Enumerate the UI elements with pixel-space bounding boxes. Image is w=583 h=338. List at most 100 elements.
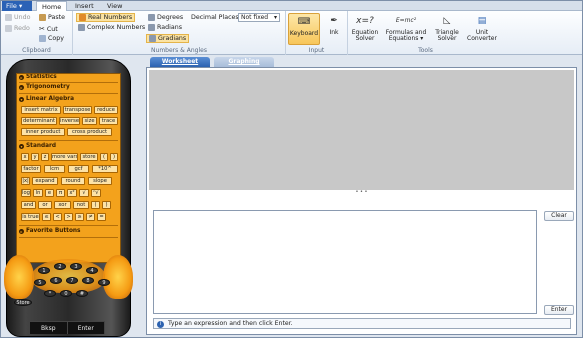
key-and[interactable]: and (21, 201, 36, 209)
key-nth-root[interactable]: ⁿ√ (91, 189, 101, 197)
key-reduce[interactable]: reduce (94, 106, 118, 114)
tab-file[interactable]: File ▾ (2, 1, 32, 11)
key-times-ten-power[interactable]: *10^ (92, 165, 118, 173)
key-ln[interactable]: ln (33, 189, 43, 197)
key-is-true[interactable]: is true (21, 213, 40, 221)
formulas-button[interactable]: E=mc² Formulas and Equations ▾ (384, 13, 428, 45)
key-y[interactable]: y (31, 153, 39, 161)
key-close-paren-2[interactable]: ) (102, 201, 111, 209)
section-statistics[interactable]: ▸ Statistics (19, 74, 57, 80)
converter-icon: ▤ (477, 16, 487, 26)
key-e[interactable]: e (45, 189, 54, 197)
equation-solver-button[interactable]: x=? Equation Solver (350, 13, 380, 45)
section-standard[interactable]: ▾ Standard (19, 143, 56, 149)
decimal-places-dropdown[interactable]: Not fixed ▾ (238, 13, 280, 22)
flame-decoration (103, 255, 133, 299)
group-label-input: Input (308, 47, 325, 54)
key-size[interactable]: size (82, 117, 97, 125)
phone-key[interactable]: 0 (60, 290, 72, 297)
gradians-label: Gradians (158, 35, 187, 42)
key-abs[interactable]: |x| (21, 177, 30, 185)
key-not[interactable]: not (73, 201, 89, 209)
copy-label: Copy (48, 35, 64, 42)
key-greater-than[interactable]: > (64, 213, 73, 221)
key-close-paren[interactable]: ) (110, 153, 118, 161)
tab-graphing[interactable]: Graphing (214, 57, 274, 67)
key-gcf[interactable]: gcf (68, 165, 89, 173)
gradians-button[interactable]: Gradians (146, 34, 190, 43)
pane-splitter[interactable]: • • • (149, 190, 574, 196)
key-more-vars[interactable]: more vars (51, 153, 78, 161)
key-pi[interactable]: π (56, 189, 65, 197)
phone-key[interactable]: 3 (70, 263, 82, 270)
phone-key[interactable]: 6 (50, 277, 62, 284)
backspace-button[interactable]: Bksp (30, 322, 68, 334)
phone-key[interactable]: 9 (98, 279, 110, 286)
phone-key[interactable]: 4 (86, 267, 98, 274)
key-inner-product[interactable]: inner product (21, 128, 65, 136)
phone-key[interactable]: 8 (82, 277, 94, 284)
cut-button[interactable]: ✂ Cut (39, 25, 58, 33)
key-xor[interactable]: xor (54, 201, 71, 209)
redo-button[interactable]: Redo (5, 25, 30, 32)
key-z[interactable]: z (41, 153, 49, 161)
real-numbers-icon (79, 14, 86, 21)
expression-input[interactable] (153, 210, 537, 314)
key-store[interactable]: store (80, 153, 98, 161)
store-key[interactable]: Store (14, 299, 32, 306)
ink-label: Ink (329, 29, 339, 36)
key-log[interactable]: log (21, 189, 31, 197)
group-input: ⌨ Keyboard ✒ Ink Input (286, 11, 348, 55)
phone-key[interactable]: * (44, 290, 56, 297)
enter-button[interactable]: Enter (544, 305, 574, 315)
key-determinant[interactable]: determinant (21, 117, 57, 125)
key-lcm[interactable]: lcm (44, 165, 65, 173)
triangle-icon: ◺ (443, 16, 451, 26)
section-trigonometry[interactable]: ▸ Trigonometry (19, 84, 70, 90)
phone-key[interactable]: 2 (54, 263, 66, 270)
key-sqrt[interactable]: √ (79, 189, 89, 197)
key-slope[interactable]: slope (88, 177, 112, 185)
complex-numbers-button[interactable]: Complex Numbers (78, 24, 145, 31)
triangle-solver-button[interactable]: ◺ Triangle Solver (432, 13, 462, 45)
key-open-paren-2[interactable]: ( (91, 201, 100, 209)
key-transpose[interactable]: transpose (63, 106, 92, 114)
key-x[interactable]: x (21, 153, 29, 161)
section-linear-algebra[interactable]: ▾ Linear Algebra (19, 96, 74, 102)
key-greater-equal[interactable]: ≥ (75, 213, 84, 221)
ink-button[interactable]: ✒ Ink (323, 13, 345, 45)
tab-insert[interactable]: Insert (70, 1, 99, 11)
key-less-equal[interactable]: ≤ (42, 213, 51, 221)
key-equals[interactable]: = (97, 213, 106, 221)
tab-worksheet[interactable]: Worksheet (150, 57, 210, 67)
phone-key[interactable]: # (76, 290, 88, 297)
key-trace[interactable]: trace (99, 117, 118, 125)
unit-converter-button[interactable]: ▤ Unit Converter (465, 13, 499, 45)
undo-button[interactable]: Undo (5, 14, 30, 21)
real-numbers-button[interactable]: Real Numbers (76, 13, 136, 22)
calc-enter-button[interactable]: Enter (68, 322, 105, 334)
key-not-equal[interactable]: ≠ (86, 213, 95, 221)
phone-key[interactable]: 5 (34, 279, 46, 286)
ribbon-tab-bar: File ▾ Home Insert View (1, 1, 582, 12)
key-cross-product[interactable]: cross product (67, 128, 112, 136)
phone-key[interactable]: 1 (38, 267, 50, 274)
key-or[interactable]: or (38, 201, 52, 209)
section-favorite-buttons[interactable]: ▸ Favorite Buttons (19, 228, 81, 234)
key-factor[interactable]: factor (21, 165, 41, 173)
radians-button[interactable]: Radians (148, 24, 182, 31)
tab-view[interactable]: View (102, 1, 127, 11)
key-inverse[interactable]: inverse (59, 117, 80, 125)
copy-button[interactable]: Copy (39, 35, 64, 42)
key-less-than[interactable]: < (53, 213, 62, 221)
clear-button[interactable]: Clear (544, 211, 574, 221)
paste-button[interactable]: Paste (39, 14, 65, 21)
degrees-button[interactable]: Degrees (148, 14, 183, 21)
keyboard-button[interactable]: ⌨ Keyboard (288, 13, 320, 45)
key-open-paren[interactable]: ( (100, 153, 108, 161)
phone-key[interactable]: 7 (66, 277, 78, 284)
key-expand[interactable]: expand (32, 177, 58, 185)
key-round[interactable]: round (61, 177, 85, 185)
key-square[interactable]: x² (67, 189, 77, 197)
key-insert-matrix[interactable]: insert matrix (21, 106, 61, 114)
